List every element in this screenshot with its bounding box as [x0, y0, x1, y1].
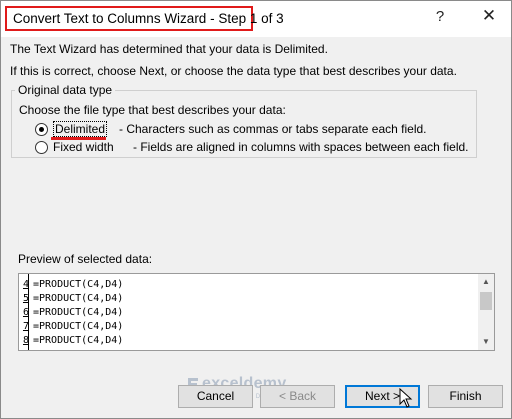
row-data: =PRODUCT(C4,D4) [33, 335, 124, 346]
preview-row: 4 =PRODUCT(C4,D4) [21, 279, 123, 293]
fixed-width-description: - Fields are aligned in columns with spa… [133, 140, 469, 154]
fixed-width-radio[interactable] [35, 140, 48, 154]
scroll-thumb[interactable] [480, 292, 492, 310]
scroll-down-arrow-icon[interactable]: ▼ [478, 334, 494, 350]
row-data: =PRODUCT(C4,D4) [33, 293, 124, 304]
mouse-pointer-icon [399, 388, 413, 408]
row-number: 7 [22, 321, 30, 332]
radio-row-fixed-width[interactable]: Fixed width - Fields are aligned in colu… [35, 140, 469, 154]
preview-row: 6 =PRODUCT(C4,D4) [21, 307, 123, 321]
finish-button[interactable]: Finish [428, 385, 503, 408]
intro-text-line2: If this is correct, choose Next, or choo… [10, 64, 457, 78]
radio-row-delimited[interactable]: Delimited - Characters such as commas or… [35, 121, 427, 137]
fixed-width-label[interactable]: Fixed width [53, 140, 133, 154]
group-title: Original data type [15, 83, 116, 97]
data-preview[interactable]: 4 =PRODUCT(C4,D4) 5 =PRODUCT(C4,D4) 6 =P… [18, 273, 495, 351]
row-data: =PRODUCT(C4,D4) [33, 279, 124, 290]
delimited-description: - Characters such as commas or tabs sepa… [119, 122, 427, 136]
delimited-radio[interactable] [35, 122, 48, 136]
file-type-prompt: Choose the file type that best describes… [19, 103, 286, 117]
preview-label: Preview of selected data: [18, 252, 153, 266]
cancel-button[interactable]: Cancel [178, 385, 253, 408]
intro-text-line1: The Text Wizard has determined that your… [10, 42, 328, 56]
row-number: 4 [22, 279, 30, 290]
preview-scrollbar[interactable]: ▲ ▼ [478, 274, 494, 350]
preview-row: 8 =PRODUCT(C4,D4) [21, 335, 123, 349]
scroll-up-arrow-icon[interactable]: ▲ [478, 274, 494, 290]
row-number: 5 [22, 293, 30, 304]
close-button[interactable]: ✕ [477, 6, 501, 30]
row-number: 6 [22, 307, 30, 318]
dialog-title: Convert Text to Columns Wizard - Step 1 … [5, 6, 284, 31]
preview-row: 7 =PRODUCT(C4,D4) [21, 321, 123, 335]
row-data: =PRODUCT(C4,D4) [33, 321, 124, 332]
row-data: =PRODUCT(C4,D4) [33, 307, 124, 318]
back-button[interactable]: < Back [260, 385, 335, 408]
text-to-columns-dialog: Convert Text to Columns Wizard - Step 1 … [0, 0, 512, 419]
delimited-label[interactable]: Delimited [53, 121, 108, 137]
row-number: 8 [22, 335, 30, 346]
help-button[interactable]: ? [430, 8, 450, 28]
preview-row: 5 =PRODUCT(C4,D4) [21, 293, 123, 307]
title-bar: Convert Text to Columns Wizard - Step 1 … [1, 1, 511, 37]
